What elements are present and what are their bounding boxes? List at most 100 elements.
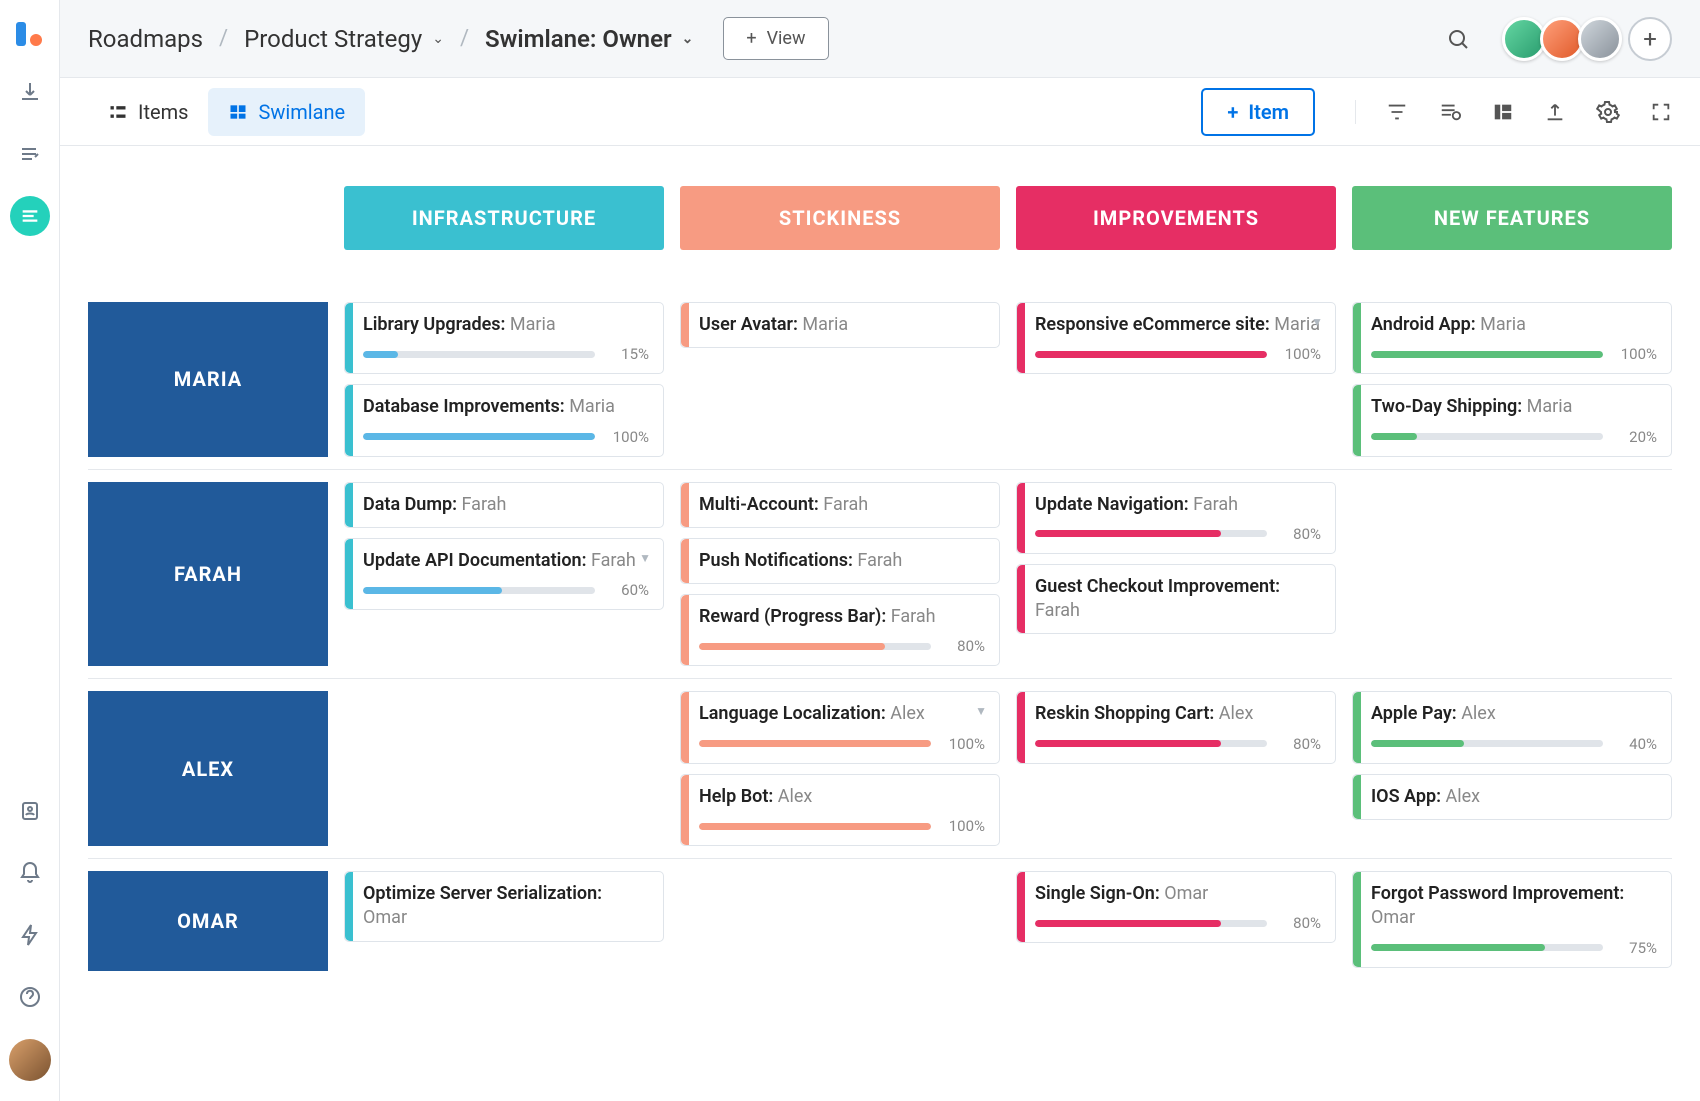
tab-swimlane[interactable]: Swimlane bbox=[208, 88, 365, 136]
card[interactable]: Responsive eCommerce site: Maria▼100% bbox=[1016, 302, 1336, 374]
card-accent bbox=[1353, 872, 1361, 967]
column-header-newfeatures[interactable]: NEW FEATURES bbox=[1352, 186, 1672, 250]
link-filter-icon[interactable] bbox=[1438, 101, 1462, 123]
card[interactable]: Two-Day Shipping: Maria20% bbox=[1352, 384, 1672, 456]
card[interactable]: Update API Documentation: Farah▼60% bbox=[344, 538, 664, 610]
dropdown-caret-icon[interactable]: ▼ bbox=[639, 551, 651, 565]
card[interactable]: Push Notifications: Farah bbox=[680, 538, 1000, 584]
lane-row: ALEX Language Localization: Alex▼100% Help… bbox=[88, 678, 1672, 858]
add-collaborator-button[interactable]: + bbox=[1628, 17, 1672, 61]
settings-icon[interactable] bbox=[1596, 100, 1620, 124]
lane-cell-newfeatures[interactable]: Apple Pay: Alex40% IOS App: Alex bbox=[1352, 691, 1672, 846]
fullscreen-icon[interactable] bbox=[1650, 101, 1672, 123]
card[interactable]: Optimize Server Serialization: Omar bbox=[344, 871, 664, 942]
card[interactable]: Database Improvements: Maria100% bbox=[344, 384, 664, 456]
column-header-infrastructure[interactable]: INFRASTRUCTURE bbox=[344, 186, 664, 250]
left-nav-rail bbox=[0, 0, 60, 1101]
progress-bar bbox=[363, 351, 595, 358]
card[interactable]: Library Upgrades: Maria15% bbox=[344, 302, 664, 374]
lane-cell-infrastructure[interactable]: Library Upgrades: Maria15% Database Impro… bbox=[344, 302, 664, 457]
avatar[interactable] bbox=[1578, 17, 1622, 61]
tab-items[interactable]: Items bbox=[88, 88, 208, 136]
card-accent bbox=[1353, 775, 1361, 819]
card-title: Android App: Maria bbox=[1371, 313, 1657, 337]
lane-cell-newfeatures[interactable]: Forgot Password Improvement: Omar75% bbox=[1352, 871, 1672, 971]
card-accent bbox=[681, 775, 689, 845]
app-logo[interactable] bbox=[14, 18, 46, 50]
lane-cell-improvements[interactable]: Single Sign-On: Omar80% bbox=[1016, 871, 1336, 971]
card[interactable]: Help Bot: Alex100% bbox=[680, 774, 1000, 846]
add-view-label: View bbox=[767, 28, 806, 49]
lane-row: OMAROptimize Server Serialization: Omar S… bbox=[88, 858, 1672, 983]
filter-icon[interactable] bbox=[1386, 101, 1408, 123]
lane-cell-infrastructure[interactable]: Optimize Server Serialization: Omar bbox=[344, 871, 664, 971]
breadcrumb-separator: / bbox=[219, 26, 228, 51]
contacts-icon[interactable] bbox=[10, 791, 50, 831]
add-view-button[interactable]: + View bbox=[723, 17, 828, 60]
lane-label[interactable]: ALEX bbox=[88, 691, 328, 846]
lane-cell-newfeatures[interactable]: Android App: Maria100% Two-Day Shipping: … bbox=[1352, 302, 1672, 457]
dropdown-caret-icon[interactable]: ▼ bbox=[975, 704, 987, 718]
header-bar: Roadmaps / Product Strategy ⌄ / Swimlane… bbox=[60, 0, 1700, 78]
card-title: User Avatar: Maria bbox=[699, 313, 985, 337]
help-icon[interactable] bbox=[10, 977, 50, 1017]
card-title: Responsive eCommerce site: Maria bbox=[1035, 313, 1321, 337]
card-title: Forgot Password Improvement: Omar bbox=[1371, 882, 1657, 931]
card-title: Language Localization: Alex bbox=[699, 702, 985, 726]
progress-row: 60% bbox=[363, 581, 649, 599]
card[interactable]: Update Navigation: Farah80% bbox=[1016, 482, 1336, 554]
lane-cell-infrastructure[interactable]: Data Dump: FarahUpdate API Documentation… bbox=[344, 482, 664, 667]
card[interactable]: Reward (Progress Bar): Farah80% bbox=[680, 594, 1000, 666]
list-icon[interactable] bbox=[10, 134, 50, 174]
lane-cell-stickiness[interactable]: Language Localization: Alex▼100% Help Bot… bbox=[680, 691, 1000, 846]
lane-cell-stickiness[interactable]: User Avatar: Maria bbox=[680, 302, 1000, 457]
card[interactable]: Data Dump: Farah bbox=[344, 482, 664, 528]
add-item-button[interactable]: + Item bbox=[1201, 88, 1315, 136]
layout-icon[interactable] bbox=[1492, 101, 1514, 123]
lane-cell-newfeatures[interactable] bbox=[1352, 482, 1672, 667]
lane-cell-infrastructure[interactable] bbox=[344, 691, 664, 846]
lane-label[interactable]: OMAR bbox=[88, 871, 328, 971]
column-header-improvements[interactable]: IMPROVEMENTS bbox=[1016, 186, 1336, 250]
card-accent bbox=[1017, 872, 1025, 942]
card[interactable]: IOS App: Alex bbox=[1352, 774, 1672, 820]
breadcrumb-level3[interactable]: Swimlane: Owner ⌄ bbox=[485, 25, 693, 53]
card[interactable]: Forgot Password Improvement: Omar75% bbox=[1352, 871, 1672, 968]
card[interactable]: Language Localization: Alex▼100% bbox=[680, 691, 1000, 763]
export-icon[interactable] bbox=[1544, 101, 1566, 123]
dropdown-caret-icon[interactable]: ▼ bbox=[1311, 315, 1323, 329]
card[interactable]: Reskin Shopping Cart: Alex80% bbox=[1016, 691, 1336, 763]
swimlane-nav-icon[interactable] bbox=[10, 196, 50, 236]
card[interactable]: Multi-Account: Farah bbox=[680, 482, 1000, 528]
card[interactable]: User Avatar: Maria bbox=[680, 302, 1000, 348]
card[interactable]: Android App: Maria100% bbox=[1352, 302, 1672, 374]
lane-cell-stickiness[interactable]: Multi-Account: Farah Push Notifications: … bbox=[680, 482, 1000, 667]
card-title: Two-Day Shipping: Maria bbox=[1371, 395, 1657, 419]
activity-icon[interactable] bbox=[10, 915, 50, 955]
lane-cell-stickiness[interactable] bbox=[680, 871, 1000, 971]
card-title: Guest Checkout Improvement: Farah bbox=[1035, 575, 1321, 624]
progress-row: 80% bbox=[699, 637, 985, 655]
card-accent bbox=[345, 872, 353, 941]
progress-percent: 15% bbox=[605, 345, 649, 363]
import-icon[interactable] bbox=[10, 72, 50, 112]
progress-row: 15% bbox=[363, 345, 649, 363]
lane-cell-improvements[interactable]: Reskin Shopping Cart: Alex80% bbox=[1016, 691, 1336, 846]
card[interactable]: Guest Checkout Improvement: Farah bbox=[1016, 564, 1336, 635]
card[interactable]: Single Sign-On: Omar80% bbox=[1016, 871, 1336, 943]
lane-label[interactable]: FARAH bbox=[88, 482, 328, 667]
lane-cell-improvements[interactable]: Update Navigation: Farah80% Guest Checkou… bbox=[1016, 482, 1336, 667]
card-accent bbox=[1353, 303, 1361, 373]
card[interactable]: Apple Pay: Alex40% bbox=[1352, 691, 1672, 763]
notifications-icon[interactable] bbox=[10, 853, 50, 893]
card-accent bbox=[681, 595, 689, 665]
current-user-avatar[interactable] bbox=[9, 1039, 51, 1081]
breadcrumb-root[interactable]: Roadmaps bbox=[88, 25, 203, 53]
card-accent bbox=[681, 303, 689, 347]
column-header-stickiness[interactable]: STICKINESS bbox=[680, 186, 1000, 250]
lane-label[interactable]: MARIA bbox=[88, 302, 328, 457]
progress-bar bbox=[1371, 433, 1603, 440]
breadcrumb-level2[interactable]: Product Strategy ⌄ bbox=[244, 25, 444, 53]
search-icon[interactable] bbox=[1446, 27, 1470, 51]
lane-cell-improvements[interactable]: Responsive eCommerce site: Maria▼100% bbox=[1016, 302, 1336, 457]
